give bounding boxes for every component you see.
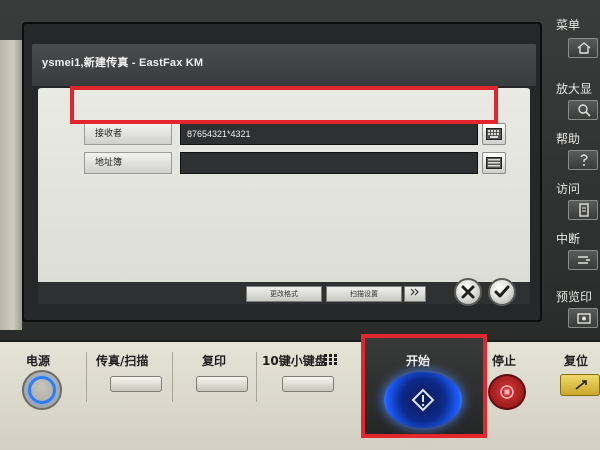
- bezel-left-edge: [0, 40, 22, 330]
- confirm-button[interactable]: [488, 278, 516, 306]
- access-key[interactable]: [568, 200, 598, 220]
- interrupt-icon: [578, 256, 590, 264]
- preview-key[interactable]: [568, 308, 598, 328]
- fax-scan-button[interactable]: [110, 376, 162, 392]
- recipient-field[interactable]: 87654321*4321: [180, 123, 478, 145]
- addressbook-button[interactable]: [482, 152, 506, 174]
- printer-panel-photo: ysmei1,新建传真 - EastFax KM 接收者 87654321*43…: [0, 0, 600, 450]
- stop-button[interactable]: [488, 374, 526, 410]
- question-icon: [580, 154, 588, 166]
- zoom-side-button[interactable]: 放大显: [556, 82, 600, 120]
- menu-label: 菜单: [556, 18, 581, 32]
- fax-form-panel: 接收者 87654321*4321 地址簿: [38, 88, 530, 284]
- help-side-button[interactable]: 帮助: [556, 132, 600, 170]
- next-tab[interactable]: [404, 286, 426, 302]
- copy-button[interactable]: [196, 376, 248, 392]
- start-button[interactable]: [384, 372, 462, 428]
- reset-icon: [575, 380, 587, 390]
- keyboard-button[interactable]: [482, 123, 506, 145]
- start-label: 开始: [406, 354, 431, 368]
- help-label: 帮助: [556, 132, 581, 146]
- divider: [256, 352, 257, 402]
- interrupt-side-button[interactable]: 中断: [556, 232, 600, 270]
- help-key[interactable]: [568, 150, 598, 170]
- stop-icon: [500, 385, 514, 399]
- list-icon: [486, 157, 502, 169]
- reset-label: 复位: [564, 354, 589, 368]
- magnifier-icon: [578, 104, 591, 117]
- touch-screen: ysmei1,新建传真 - EastFax KM 接收者 87654321*43…: [22, 22, 542, 322]
- cancel-button[interactable]: [454, 278, 482, 306]
- keypad-icon: [324, 354, 337, 365]
- preview-icon: [577, 313, 591, 324]
- checkmark-icon: [494, 285, 510, 298]
- zoom-key[interactable]: [568, 100, 598, 120]
- divider: [86, 352, 87, 402]
- access-label: 访问: [556, 182, 581, 196]
- copy-label: 复印: [202, 354, 227, 368]
- home-icon: [577, 42, 591, 54]
- fax-scan-label: 传真/扫描: [96, 354, 149, 368]
- change-format-tab[interactable]: 更改格式: [246, 286, 322, 302]
- divider: [172, 352, 173, 402]
- keypad-button[interactable]: [282, 376, 334, 392]
- interrupt-key[interactable]: [568, 250, 598, 270]
- stop-label: 停止: [492, 354, 517, 368]
- preview-side-button[interactable]: 预览印: [556, 290, 600, 328]
- access-side-button[interactable]: 访问: [556, 182, 600, 220]
- window-title: ysmei1,新建传真 - EastFax KM: [42, 57, 204, 69]
- reset-button[interactable]: [560, 374, 600, 396]
- addressbook-label: 地址簿: [84, 152, 172, 174]
- keypad-label: 10键小键盘: [262, 354, 327, 368]
- title-bar: ysmei1,新建传真 - EastFax KM: [32, 44, 536, 86]
- keyboard-icon: [486, 128, 502, 140]
- power-button[interactable]: [22, 370, 62, 410]
- double-chevron-right-icon: [410, 288, 419, 296]
- close-icon: [461, 285, 475, 299]
- menu-side-button[interactable]: 菜单: [556, 18, 600, 58]
- start-diamond-icon: [411, 388, 435, 412]
- document-icon: [579, 203, 589, 217]
- power-icon: [28, 376, 56, 404]
- menu-key[interactable]: [568, 38, 598, 58]
- addressbook-field[interactable]: [180, 152, 478, 174]
- addressbook-row: 地址簿: [84, 152, 514, 174]
- power-label: 电源: [26, 354, 51, 368]
- recipient-label: 接收者: [84, 123, 172, 145]
- preview-label: 预览印: [556, 290, 593, 304]
- interrupt-label: 中断: [556, 232, 581, 246]
- scan-settings-tab[interactable]: 扫描设置: [326, 286, 402, 302]
- recipient-row: 接收者 87654321*4321: [84, 123, 514, 145]
- zoom-label: 放大显: [556, 82, 593, 96]
